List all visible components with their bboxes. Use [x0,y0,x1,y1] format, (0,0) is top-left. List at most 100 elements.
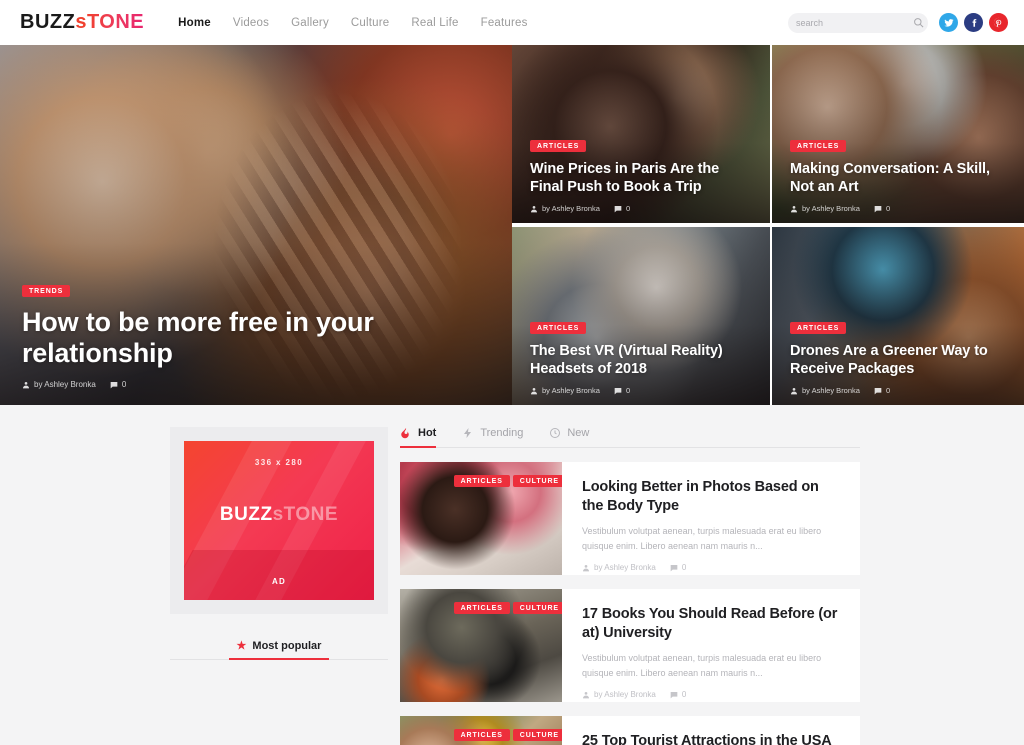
hero-category-badge[interactable]: TRENDS [22,284,71,297]
fire-icon [400,427,412,439]
hero-card-4[interactable]: ARTICLES Drones Are a Greener Way to Rec… [770,227,1024,405]
twitter-icon[interactable] [939,13,958,32]
pinterest-icon[interactable] [989,13,1008,32]
nav-item-culture[interactable]: Culture [351,17,389,29]
hero-card-1-title[interactable]: Wine Prices in Paris Are the Final Push … [530,161,752,197]
post-author-label: by Ashley Bronka [594,563,656,573]
social-links [939,13,1008,32]
hero-featured-article[interactable]: TRENDS How to be more free in your relat… [0,45,512,405]
nav-item-features[interactable]: Features [481,17,528,29]
hero-card-3-comments: 0 [614,386,630,395]
post-author-label: by Ashley Bronka [594,690,656,700]
content-section: 336 x 280 BUZZsTONE AD ★ Most popular Ho [0,405,1024,745]
hero-author: by Ashley Bronka [22,380,96,389]
hero-card-4-meta: by Ashley Bronka 0 [790,386,1006,395]
comment-icon [874,387,882,394]
clock-icon [549,427,561,439]
user-icon [23,381,29,388]
post-comments: 0 [670,690,686,699]
post-title[interactable]: Looking Better in Photos Based on the Bo… [582,478,840,516]
hero-card-4-comments: 0 [874,386,890,395]
hero-card-3-author: by Ashley Bronka [530,386,600,395]
nav-item-home[interactable]: Home [178,17,211,29]
post-badge-culture[interactable]: CULTURE [512,729,562,741]
hero-card-4-badge[interactable]: ARTICLES [790,322,847,335]
tab-hot[interactable]: Hot [400,427,437,448]
logo-part-tone: TONE [86,11,145,33]
nav-item-gallery[interactable]: Gallery [291,17,329,29]
post-comments-count: 0 [681,690,687,700]
hero-card-3-title[interactable]: The Best VR (Virtual Reality) Headsets o… [530,343,752,379]
nav-item-videos[interactable]: Videos [233,17,269,29]
hero-card-3-badge[interactable]: ARTICLES [530,322,587,335]
post-thumbnail[interactable]: ARTICLES CULTURE [400,462,562,575]
post-badge-articles[interactable]: ARTICLES [453,475,510,487]
search-input[interactable] [796,17,913,28]
comment-icon [614,205,622,212]
hero-card-1-comments: 0 [614,204,630,213]
tab-trending[interactable]: Trending [462,427,523,448]
logo-part-buzz: BUZZ [20,11,76,33]
hero-card-1-author-label: by Ashley Bronka [542,204,600,213]
tab-new[interactable]: New [549,427,589,448]
post-thumbnail[interactable]: ARTICLES CULTURE [400,589,562,702]
hero-card-3[interactable]: ARTICLES The Best VR (Virtual Reality) H… [512,227,770,405]
nav-item-real-life[interactable]: Real Life [411,17,458,29]
post-title[interactable]: 17 Books You Should Read Before (or at) … [582,605,840,643]
search-box[interactable] [788,12,928,33]
ad-dimensions: 336 x 280 [254,458,304,467]
post-author: by Ashley Bronka [582,690,656,699]
hero-card-1-comments-count: 0 [625,204,631,213]
user-icon [791,205,797,212]
hero-card-2-comments: 0 [874,204,890,213]
facebook-icon[interactable] [964,13,983,32]
hero-card-2-comments-count: 0 [885,204,891,213]
post-badge-culture[interactable]: CULTURE [512,602,562,614]
post-body: Looking Better in Photos Based on the Bo… [562,462,860,575]
post-badge-articles[interactable]: ARTICLES [453,602,510,614]
comment-icon [670,564,678,572]
post-list-item[interactable]: ARTICLES CULTURE Looking Better in Photo… [400,462,860,575]
hero-card-3-text: ARTICLES The Best VR (Virtual Reality) H… [530,317,752,395]
post-badges: ARTICLES CULTURE [453,475,562,487]
post-badge-culture[interactable]: CULTURE [512,475,562,487]
ad-logo-part2: sTONE [272,504,339,525]
hero-card-2-meta: by Ashley Bronka 0 [790,204,1006,213]
ad-logo-part1: BUZZ [219,504,273,525]
hero-card-2-badge[interactable]: ARTICLES [790,140,847,153]
most-popular-heading: ★ Most popular [170,636,388,660]
post-body: 17 Books You Should Read Before (or at) … [562,589,860,702]
hero-card-1-badge[interactable]: ARTICLES [530,140,587,153]
hero-grid: TRENDS How to be more free in your relat… [0,45,1024,405]
site-header: BUZZsTONE Home Videos Gallery Culture Re… [0,0,1024,45]
hero-card-2-author-label: by Ashley Bronka [802,204,860,213]
header-right-tools [788,12,1008,33]
user-icon [583,691,589,699]
post-badges: ARTICLES CULTURE [453,602,562,614]
site-logo[interactable]: BUZZsTONE [20,11,144,34]
hero-comments-count: 0 [121,380,127,389]
most-popular-label: Most popular [252,639,322,652]
hero-card-4-title[interactable]: Drones Are a Greener Way to Receive Pack… [790,343,1006,379]
post-list-item[interactable]: ARTICLES CULTURE 25 Top Tourist Attracti… [400,716,860,745]
ad-logo: BUZZsTONE [220,504,338,526]
ad-banner[interactable]: 336 x 280 BUZZsTONE AD [170,427,388,614]
ad-label: AD [272,577,286,586]
search-icon [914,18,924,28]
post-title[interactable]: 25 Top Tourist Attractions in the USA [582,732,840,745]
hero-comments: 0 [110,380,126,389]
post-meta: by Ashley Bronka 0 [582,690,840,699]
post-thumbnail[interactable]: ARTICLES CULTURE [400,716,562,745]
hero-card-2-title[interactable]: Making Conversation: A Skill, Not an Art [790,161,1006,197]
hero-card-2[interactable]: ARTICLES Making Conversation: A Skill, N… [770,45,1024,223]
post-badge-articles[interactable]: ARTICLES [453,729,510,741]
hero-meta: by Ashley Bronka 0 [22,380,482,389]
hero-card-1[interactable]: ARTICLES Wine Prices in Paris Are the Fi… [512,45,770,223]
lightning-icon [462,427,474,439]
user-icon [531,387,537,394]
comment-icon [670,691,678,699]
hero-card-4-author: by Ashley Bronka [790,386,860,395]
post-comments-count: 0 [681,563,687,573]
post-list-item[interactable]: ARTICLES CULTURE 17 Books You Should Rea… [400,589,860,702]
hero-title[interactable]: How to be more free in your relationship [22,307,482,370]
